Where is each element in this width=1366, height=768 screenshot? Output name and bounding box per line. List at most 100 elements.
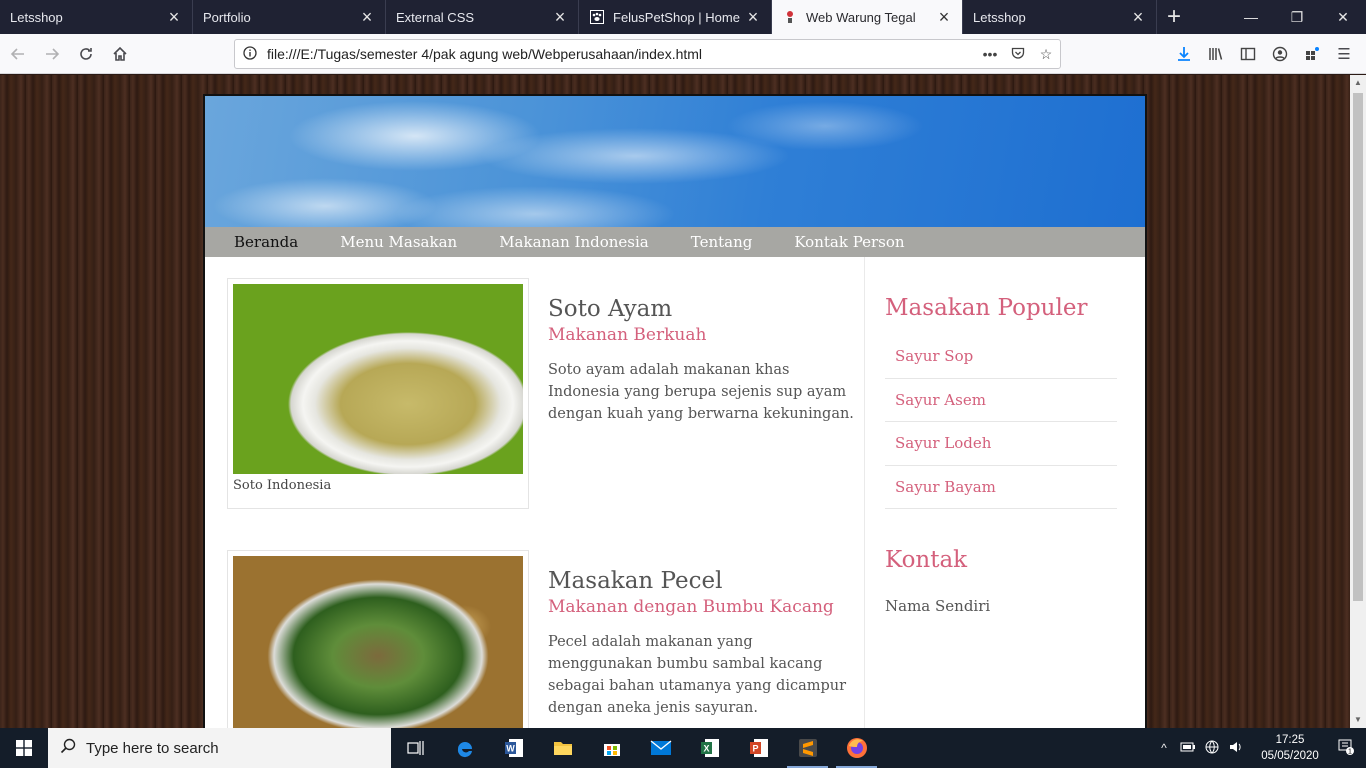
excel-icon[interactable]: X xyxy=(685,728,734,768)
account-icon[interactable] xyxy=(1264,38,1296,70)
tab-external-css[interactable]: External CSS × xyxy=(386,0,579,34)
pinned-apps: W X P xyxy=(391,728,881,768)
close-icon[interactable]: × xyxy=(1130,7,1146,28)
home-icon[interactable] xyxy=(104,38,136,70)
tab-web-warung-tegal[interactable]: Web Warung Tegal × xyxy=(772,0,963,34)
page-actions-icon[interactable]: ••• xyxy=(976,46,1004,62)
close-icon[interactable]: × xyxy=(166,7,182,28)
scroll-up-icon[interactable]: ▲ xyxy=(1350,75,1366,91)
tab-title: External CSS xyxy=(396,9,475,25)
article-card: Soto Indonesia xyxy=(227,278,529,509)
popular-item-sayur-lodeh[interactable]: Sayur Lodeh xyxy=(885,422,1117,466)
new-tab-icon[interactable]: + xyxy=(1157,0,1191,34)
clock-date: 05/05/2020 xyxy=(1261,750,1319,762)
task-view-icon[interactable] xyxy=(391,728,440,768)
store-icon[interactable] xyxy=(587,728,636,768)
tab-title: Letsshop xyxy=(973,9,1026,25)
file-explorer-icon[interactable] xyxy=(538,728,587,768)
word-icon[interactable]: W xyxy=(489,728,538,768)
back-icon[interactable] xyxy=(2,38,34,70)
sidebar-icon[interactable] xyxy=(1232,38,1264,70)
menu-item-kontak-person[interactable]: Kontak Person xyxy=(794,233,904,251)
close-icon[interactable]: × xyxy=(745,7,761,28)
network-globe-icon[interactable] xyxy=(1200,740,1224,757)
edge-icon[interactable] xyxy=(440,728,489,768)
chevron-up-icon[interactable]: ^ xyxy=(1152,741,1176,755)
article-title: Masakan Pecel xyxy=(548,568,723,594)
mail-icon[interactable] xyxy=(636,728,685,768)
sidebar: Masakan Populer Sayur Sop Sayur Asem Say… xyxy=(885,257,1117,615)
scrollbar-thumb[interactable] xyxy=(1353,93,1363,601)
popular-item-sayur-sop[interactable]: Sayur Sop xyxy=(885,335,1117,379)
article-title: Soto Ayam xyxy=(548,296,673,322)
page-scrollbar[interactable]: ▲ ▼ xyxy=(1350,75,1366,728)
tab-letsshop[interactable]: Letsshop × xyxy=(0,0,193,34)
extensions-icon[interactable] xyxy=(1296,38,1328,70)
tab-title: Web Warung Tegal xyxy=(806,9,916,25)
powerpoint-icon[interactable]: P xyxy=(734,728,783,768)
popular-item-sayur-asem[interactable]: Sayur Asem xyxy=(885,379,1117,422)
volume-icon[interactable] xyxy=(1224,740,1248,757)
image-caption: Soto Indonesia xyxy=(233,478,332,493)
article-text: Masakan Pecel Makanan dengan Bumbu Kacan… xyxy=(548,568,858,719)
article-subtitle: Makanan dengan Bumbu Kacang xyxy=(548,597,834,617)
contact-text: Nama Sendiri xyxy=(885,597,991,615)
menu-item-beranda[interactable]: Beranda xyxy=(234,233,298,251)
close-icon[interactable]: × xyxy=(552,7,568,28)
firefox-icon[interactable] xyxy=(832,728,881,768)
tab-feluspetshop[interactable]: FelusPetShop | Home × xyxy=(579,0,772,34)
popular-item-sayur-bayam[interactable]: Sayur Bayam xyxy=(885,466,1117,509)
bookmark-star-icon[interactable]: ☆ xyxy=(1032,46,1060,63)
svg-text:P: P xyxy=(752,744,758,754)
download-icon[interactable] xyxy=(1168,38,1200,70)
pocket-icon[interactable] xyxy=(1004,46,1032,63)
library-icon[interactable] xyxy=(1200,38,1232,70)
minimize-icon[interactable]: — xyxy=(1228,0,1274,34)
tab-title: FelusPetShop | Home xyxy=(613,9,740,25)
info-icon[interactable] xyxy=(243,45,257,63)
tab-portfolio[interactable]: Portfolio × xyxy=(193,0,386,34)
address-bar[interactable]: file:///E:/Tugas/semester 4/pak agung we… xyxy=(234,39,1061,69)
page-viewport: Beranda Menu Masakan Makanan Indonesia T… xyxy=(0,75,1350,728)
close-icon[interactable]: × xyxy=(936,7,952,28)
toolbar-right: ☰ xyxy=(1168,38,1360,70)
reload-icon[interactable] xyxy=(70,38,102,70)
search-icon xyxy=(60,738,76,759)
windows-taskbar: Type here to search W X P ^ 17:25 05/05/… xyxy=(0,728,1366,768)
forward-icon[interactable] xyxy=(36,38,68,70)
popular-list: Sayur Sop Sayur Asem Sayur Lodeh Sayur B… xyxy=(885,335,1117,509)
menu-item-tentang[interactable]: Tentang xyxy=(691,233,753,251)
window-close-icon[interactable]: ✕ xyxy=(1320,0,1366,34)
notification-count: 1 xyxy=(1348,748,1352,755)
main-menu: Beranda Menu Masakan Makanan Indonesia T… xyxy=(205,227,1145,257)
article-body: Soto ayam adalah makanan khas Indonesia … xyxy=(548,362,854,422)
menu-hamburger-icon[interactable]: ☰ xyxy=(1328,38,1360,70)
menu-item-makanan-indonesia[interactable]: Makanan Indonesia xyxy=(499,233,649,251)
battery-icon[interactable] xyxy=(1176,741,1200,755)
taskbar-search[interactable]: Type here to search xyxy=(48,728,391,768)
restore-icon[interactable]: ❐ xyxy=(1274,0,1320,34)
windows-start-icon[interactable] xyxy=(0,728,48,768)
contact-heading: Kontak xyxy=(885,547,968,573)
window-controls: — ❐ ✕ xyxy=(1228,0,1366,34)
paw-icon xyxy=(589,9,605,25)
article-card xyxy=(227,550,529,728)
svg-text:W: W xyxy=(506,744,515,754)
tab-title: Portfolio xyxy=(203,9,251,25)
header-banner xyxy=(205,96,1145,227)
sublime-text-icon[interactable] xyxy=(783,728,832,768)
search-placeholder: Type here to search xyxy=(86,739,219,757)
article-body: Pecel adalah makanan yang menggunakan bu… xyxy=(548,634,847,716)
scroll-down-icon[interactable]: ▼ xyxy=(1350,712,1366,728)
url-text[interactable]: file:///E:/Tugas/semester 4/pak agung we… xyxy=(267,46,976,62)
tab-title: Letsshop xyxy=(10,9,63,25)
tab-bar: Letsshop × Portfolio × External CSS × Fe… xyxy=(0,0,1366,34)
menu-item-menu-masakan[interactable]: Menu Masakan xyxy=(340,233,457,251)
close-icon[interactable]: × xyxy=(359,7,375,28)
site-container: Beranda Menu Masakan Makanan Indonesia T… xyxy=(203,94,1147,728)
notification-center-icon[interactable]: 1 xyxy=(1326,738,1366,759)
clock[interactable]: 17:25 05/05/2020 xyxy=(1254,732,1326,764)
system-tray: ^ 17:25 05/05/2020 1 xyxy=(1152,728,1366,768)
tab-letsshop-2[interactable]: Letsshop × xyxy=(963,0,1157,34)
article-subtitle: Makanan Berkuah xyxy=(548,325,707,345)
